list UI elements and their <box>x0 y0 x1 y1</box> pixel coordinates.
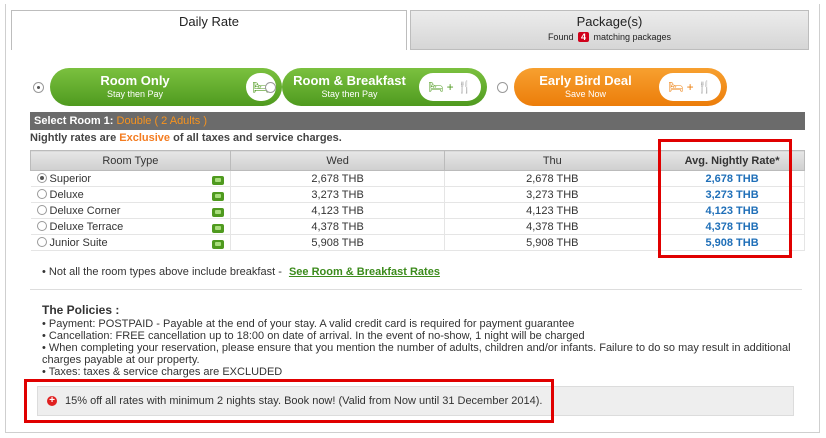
tab-daily-rate-label: Daily Rate <box>179 14 239 29</box>
packages-count-badge: 4 <box>577 32 589 42</box>
policy-reservation: • When completing your reservation, plea… <box>42 342 791 366</box>
header-room-type: Room Type <box>30 150 231 171</box>
policies-title: The Policies : <box>42 303 120 317</box>
select-room-bar: Select Room 1: Double ( 2 Adults ) <box>30 112 805 130</box>
option-room-only-radio[interactable] <box>33 82 44 93</box>
promo-highlight-box <box>24 379 554 423</box>
option-room-breakfast-pill[interactable]: Room & Breakfast Stay then Pay 🛏 + 🍴 <box>282 68 487 106</box>
room-name-cell[interactable]: Superior <box>30 170 231 187</box>
room-info-icon[interactable] <box>211 191 224 201</box>
policies-section: The Policies : • Payment: POSTPAID - Pay… <box>42 303 802 378</box>
room-info-icon[interactable] <box>211 239 224 249</box>
option-room-breakfast-radio[interactable] <box>265 82 276 93</box>
policy-payment: • Payment: POSTPAID - Payable at the end… <box>42 318 575 330</box>
option-room-only-pill[interactable]: Room Only Stay then Pay 🛏 <box>50 68 282 106</box>
avg-rate-highlight-box <box>658 139 792 258</box>
room-name-cell[interactable]: Deluxe Corner <box>30 202 231 219</box>
divider <box>30 289 802 290</box>
tab-packages-label: Package(s) <box>576 14 643 29</box>
room-occupancy: Double ( 2 Adults ) <box>116 115 208 127</box>
breakfast-rates-link[interactable]: See Room & Breakfast Rates <box>289 266 440 278</box>
option-early-bird-pill[interactable]: Early Bird Deal Save Now 🛏 + 🍴 <box>514 68 727 106</box>
room-radio[interactable] <box>36 172 47 183</box>
room-radio[interactable] <box>36 236 47 247</box>
room-name-cell[interactable]: Junior Suite <box>30 234 231 251</box>
room-name-cell[interactable]: Deluxe Terrace <box>30 218 231 235</box>
option-early-bird-radio[interactable] <box>497 82 508 93</box>
policy-taxes: • Taxes: taxes & service charges are EXC… <box>42 366 283 378</box>
bed-plus-cutlery-icon: 🛏 + 🍴 <box>419 73 481 101</box>
header-thu: Thu <box>444 150 661 171</box>
room-radio[interactable] <box>36 204 47 215</box>
policy-cancellation: • Cancellation: FREE cancellation up to … <box>42 330 585 342</box>
packages-found-text: Found 4 matching packages <box>547 32 672 42</box>
tax-note: Nightly rates are Exclusive of all taxes… <box>30 132 342 144</box>
room-info-icon[interactable] <box>211 207 224 217</box>
header-wed: Wed <box>229 150 446 171</box>
room-name-cell[interactable]: Deluxe <box>30 186 231 203</box>
tab-packages[interactable]: Package(s) Found 4 matching packages <box>410 10 809 50</box>
room-radio[interactable] <box>36 220 47 231</box>
room-info-icon[interactable] <box>211 175 224 185</box>
breakfast-note: • Not all the room types above include b… <box>42 266 440 278</box>
room-radio[interactable] <box>36 188 47 199</box>
room-info-icon[interactable] <box>211 223 224 233</box>
tab-daily-rate[interactable]: Daily Rate <box>11 10 407 50</box>
bed-plus-cutlery-icon: 🛏 + 🍴 <box>659 73 721 101</box>
